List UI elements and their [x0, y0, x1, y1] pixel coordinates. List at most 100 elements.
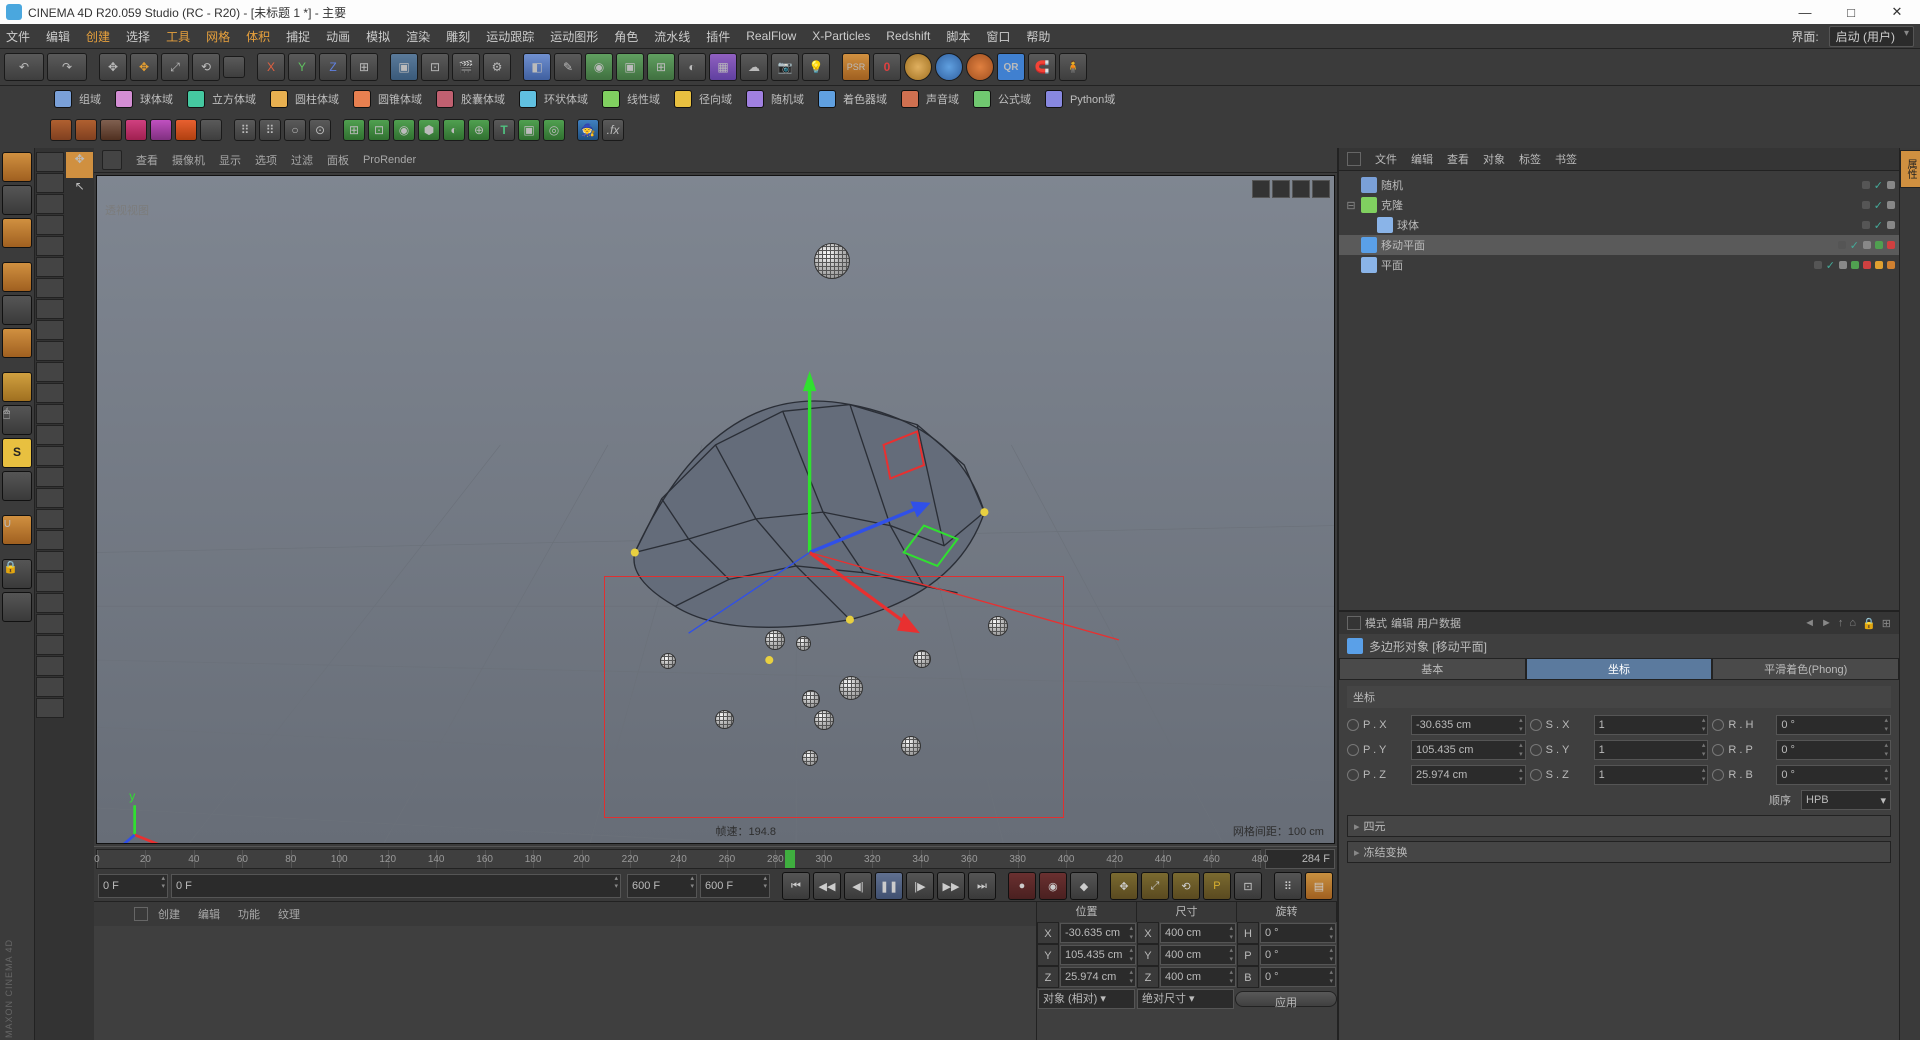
attr-back-icon[interactable]: ◄	[1804, 617, 1815, 630]
coord-system-icon[interactable]: ⊞	[350, 53, 378, 81]
field-P . Z[interactable]: 25.974 cm	[1411, 765, 1526, 785]
m9-icon[interactable]	[36, 320, 64, 340]
apply-button[interactable]: 应用	[1235, 991, 1337, 1007]
m15-icon[interactable]	[36, 446, 64, 466]
playhead[interactable]	[785, 850, 795, 868]
rotation-order-select[interactable]: HPB ▾	[1801, 790, 1891, 810]
menu-渲染[interactable]: 渲染	[406, 28, 430, 45]
m3-icon[interactable]	[36, 194, 64, 214]
prev-frame-icon[interactable]: ◀|	[844, 872, 872, 900]
size-y-field[interactable]: 400 cm	[1160, 945, 1236, 965]
redo-icon[interactable]: ↷	[47, 53, 87, 81]
m12-icon[interactable]	[36, 383, 64, 403]
m16-icon[interactable]	[36, 467, 64, 487]
timeline[interactable]: 0204060801001201401601802002202402602803…	[94, 846, 1337, 871]
next-frame-icon[interactable]: |▶	[906, 872, 934, 900]
field-P . Y[interactable]: 105.435 cm	[1411, 740, 1526, 760]
pen-tool-icon[interactable]: ✎	[554, 53, 582, 81]
timeline-dots-icon[interactable]: ⠿	[1274, 872, 1302, 900]
menu-模拟[interactable]: 模拟	[366, 28, 390, 45]
m10-icon[interactable]	[36, 341, 64, 361]
qr-icon[interactable]: QR	[997, 53, 1025, 81]
viewport[interactable]: 透视视图	[96, 175, 1335, 844]
m17-icon[interactable]	[36, 488, 64, 508]
field-S . Z[interactable]: 1	[1594, 765, 1709, 785]
eff2-icon[interactable]: ⠿	[259, 119, 281, 141]
attr-menu-用户数据[interactable]: 用户数据	[1417, 615, 1461, 631]
layout-selector[interactable]: 启动 (用户)	[1829, 26, 1914, 47]
z-axis-icon[interactable]: Z	[319, 53, 347, 81]
panel-corner-icon[interactable]	[1347, 152, 1361, 166]
menu-窗口[interactable]: 窗口	[986, 28, 1010, 45]
key-pla-icon[interactable]: ⊡	[1234, 872, 1262, 900]
pos-y-field[interactable]: 105.435 cm	[1060, 945, 1136, 965]
grn4-icon[interactable]: ⬢	[418, 119, 440, 141]
timeline-ruler[interactable]: 0204060801001201401601802002202402602803…	[96, 849, 1261, 869]
extrude-icon[interactable]: ▣	[616, 53, 644, 81]
field-立方体域[interactable]: 立方体域	[183, 90, 260, 108]
field-球体域[interactable]: 球体域	[111, 90, 177, 108]
mg6-icon[interactable]	[175, 119, 197, 141]
m22-icon[interactable]	[36, 593, 64, 613]
boole-icon[interactable]: ◐	[678, 53, 706, 81]
m2-icon[interactable]	[36, 173, 64, 193]
rot-h-field[interactable]: 0 °	[1260, 923, 1336, 943]
view-grid-icon[interactable]	[102, 150, 122, 170]
obj-menu-编辑[interactable]: 编辑	[1411, 151, 1433, 167]
attr-lock-icon[interactable]: 🔒	[1862, 617, 1876, 630]
object-tree[interactable]: 随机 ✓⊟克隆 ✓球体 ✓移动平面 ✓平面 ✓	[1339, 171, 1899, 610]
scale-tool-icon[interactable]: ⤢	[161, 53, 189, 81]
field-线性域[interactable]: 线性域	[598, 90, 664, 108]
mg5-icon[interactable]	[150, 119, 172, 141]
menu-工具[interactable]: 工具	[166, 28, 190, 45]
field-组域[interactable]: 组域	[50, 90, 105, 108]
m18-icon[interactable]	[36, 509, 64, 529]
record-icon[interactable]: ●	[1008, 872, 1036, 900]
tab-基本[interactable]: 基本	[1339, 658, 1526, 680]
field-环状体域[interactable]: 环状体域	[515, 90, 592, 108]
last-tool-icon[interactable]	[223, 56, 245, 78]
goto-start-icon[interactable]: ⏮	[782, 872, 810, 900]
field-R . B[interactable]: 0 °	[1776, 765, 1891, 785]
view-menu-选项[interactable]: 选项	[255, 152, 277, 168]
mat-menu-纹理[interactable]: 纹理	[278, 906, 300, 922]
snap-s-icon[interactable]: S	[2, 438, 32, 468]
field-R . H[interactable]: 0 °	[1776, 715, 1891, 735]
camera-icon[interactable]: 📷	[771, 53, 799, 81]
render-pv-icon[interactable]: 🎬	[452, 53, 480, 81]
sphere3-icon[interactable]	[966, 53, 994, 81]
view-menu-摄像机[interactable]: 摄像机	[172, 152, 205, 168]
menu-编辑[interactable]: 编辑	[46, 28, 70, 45]
m11-icon[interactable]	[36, 362, 64, 382]
texture-mode-icon[interactable]	[2, 185, 32, 215]
attribute-tab[interactable]: 属性	[1900, 150, 1920, 188]
magnet2-icon[interactable]: ∪	[2, 515, 32, 545]
grn7-icon[interactable]: ▣	[518, 119, 540, 141]
field-S . Y[interactable]: 1	[1594, 740, 1709, 760]
view-menu-ProRender[interactable]: ProRender	[363, 154, 416, 166]
menu-运动图形[interactable]: 运动图形	[550, 28, 598, 45]
sphere1-icon[interactable]	[904, 53, 932, 81]
m14-icon[interactable]	[36, 425, 64, 445]
menu-脚本[interactable]: 脚本	[946, 28, 970, 45]
goto-end-icon[interactable]: ⏭	[968, 872, 996, 900]
field-随机域[interactable]: 随机域	[742, 90, 808, 108]
obj-menu-查看[interactable]: 查看	[1447, 151, 1469, 167]
mg7-icon[interactable]	[200, 119, 222, 141]
freeze-section[interactable]: 冻结变换	[1347, 841, 1891, 863]
menu-体积[interactable]: 体积	[246, 28, 270, 45]
view-menu-显示[interactable]: 显示	[219, 152, 241, 168]
cube-primitive-icon[interactable]: ◧	[523, 53, 551, 81]
obj-menu-文件[interactable]: 文件	[1375, 151, 1397, 167]
menu-插件[interactable]: 插件	[706, 28, 730, 45]
menu-雕刻[interactable]: 雕刻	[446, 28, 470, 45]
person-icon[interactable]: 🧍	[1059, 53, 1087, 81]
field-S . X[interactable]: 1	[1594, 715, 1709, 735]
attr-menu-模式[interactable]: 模式	[1365, 615, 1387, 631]
mg1-icon[interactable]	[50, 119, 72, 141]
field-圆柱体域[interactable]: 圆柱体域	[266, 90, 343, 108]
psr-icon[interactable]: PSR	[842, 53, 870, 81]
lock-icon[interactable]: 🔒	[2, 559, 32, 589]
render-view-icon[interactable]: ▣	[390, 53, 418, 81]
menu-网格[interactable]: 网格	[206, 28, 230, 45]
